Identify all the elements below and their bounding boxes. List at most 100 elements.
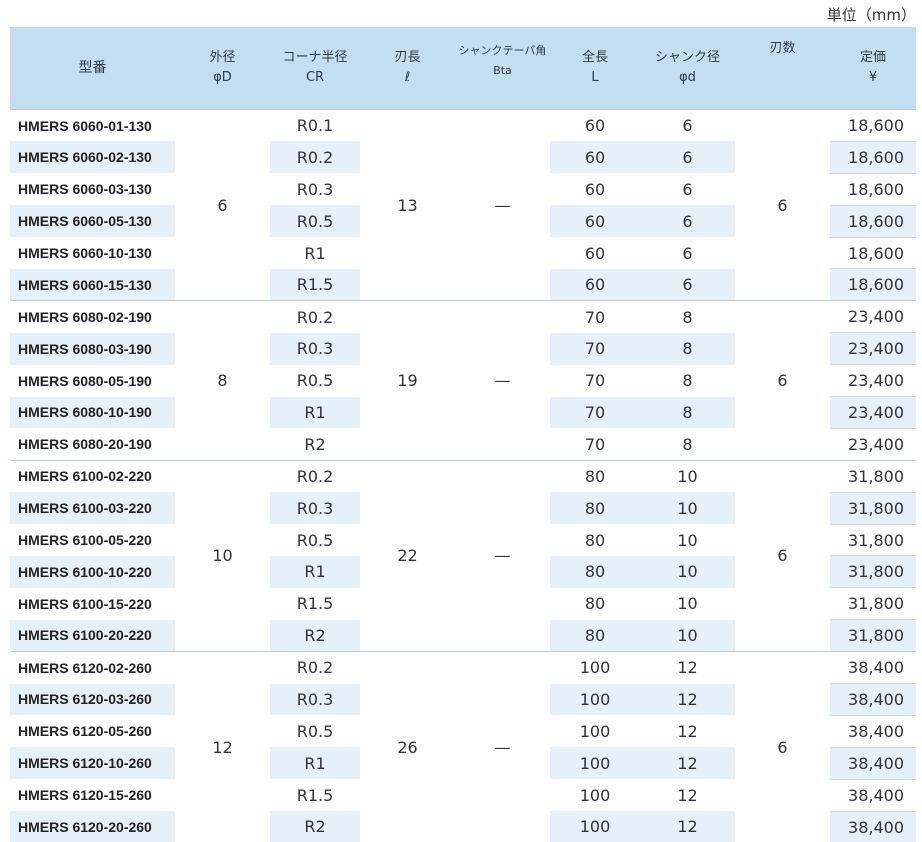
model-cell: HMERS 6060-10-130 <box>10 237 175 269</box>
price-cell: 23,400 <box>830 333 916 365</box>
price-cell: 31,800 <box>830 588 916 620</box>
model-cell: HMERS 6080-20-190 <box>10 428 175 460</box>
overall-length-cell: 100 <box>550 652 640 684</box>
shank-diameter-cell: 12 <box>640 747 735 779</box>
header-bta-symbol: Bta <box>493 64 512 77</box>
corner-radius-cell: R1 <box>270 397 360 429</box>
outer-diameter-cell: 6 <box>175 110 270 301</box>
overall-length-cell: 100 <box>550 684 640 716</box>
price-cell: 23,400 <box>830 365 916 397</box>
corner-radius-cell: R0.2 <box>270 301 360 333</box>
shank-diameter-cell: 6 <box>640 141 735 173</box>
shank-diameter-cell: 12 <box>640 715 735 747</box>
price-cell: 18,600 <box>830 237 916 269</box>
overall-length-cell: 70 <box>550 301 640 333</box>
header-len-symbol: ℓ <box>405 70 410 85</box>
table-body: HMERS 6060-01-1306R0.113—606618,600HMERS… <box>10 110 916 842</box>
shank-diameter-cell: 10 <box>640 620 735 652</box>
shank-diameter-cell: 6 <box>640 269 735 301</box>
price-cell: 38,400 <box>830 652 916 684</box>
header-L-jp: 全長 <box>582 50 608 65</box>
price-cell: 38,400 <box>830 715 916 747</box>
table-row: HMERS 6060-01-1306R0.113—606618,600 <box>10 110 916 142</box>
shank-diameter-cell: 8 <box>640 428 735 460</box>
shank-diameter-cell: 10 <box>640 588 735 620</box>
header-price-symbol: ¥ <box>869 70 877 85</box>
shank-diameter-cell: 12 <box>640 811 735 842</box>
model-cell: HMERS 6120-15-260 <box>10 779 175 811</box>
flutes-cell: 6 <box>735 301 830 460</box>
corner-radius-cell: R0.5 <box>270 524 360 556</box>
flutes-cell: 6 <box>735 652 830 842</box>
header-sd-symbol: φd <box>679 70 696 85</box>
corner-radius-cell: R2 <box>270 620 360 652</box>
table-row: HMERS 6100-02-22010R0.222—8010631,800 <box>10 460 916 492</box>
header-sd-jp: シャンク径 <box>655 50 720 65</box>
corner-radius-cell: R1 <box>270 747 360 779</box>
shank-taper-cell: — <box>455 110 550 301</box>
header-cr-jp: コーナ半径 <box>282 50 347 65</box>
overall-length-cell: 100 <box>550 811 640 842</box>
corner-radius-cell: R0.3 <box>270 492 360 524</box>
model-cell: HMERS 6080-02-190 <box>10 301 175 333</box>
price-cell: 18,600 <box>830 269 916 301</box>
header-dia-jp: 外径 <box>209 50 235 65</box>
overall-length-cell: 80 <box>550 524 640 556</box>
shank-taper-cell: — <box>455 652 550 842</box>
model-cell: HMERS 6100-20-220 <box>10 620 175 652</box>
overall-length-cell: 60 <box>550 173 640 205</box>
model-cell: HMERS 6080-05-190 <box>10 365 175 397</box>
header-shank-taper: シャンクテーパ角Bta <box>455 27 550 110</box>
model-cell: HMERS 6060-01-130 <box>10 110 175 142</box>
price-cell: 31,800 <box>830 620 916 652</box>
price-cell: 23,400 <box>830 428 916 460</box>
overall-length-cell: 70 <box>550 397 640 429</box>
corner-radius-cell: R1 <box>270 556 360 588</box>
shank-diameter-cell: 8 <box>640 301 735 333</box>
overall-length-cell: 80 <box>550 492 640 524</box>
shank-diameter-cell: 10 <box>640 492 735 524</box>
shank-diameter-cell: 10 <box>640 556 735 588</box>
corner-radius-cell: R2 <box>270 428 360 460</box>
corner-radius-cell: R1 <box>270 237 360 269</box>
model-cell: HMERS 6100-05-220 <box>10 524 175 556</box>
shank-diameter-cell: 12 <box>640 652 735 684</box>
header-dia-symbol: φD <box>213 70 232 85</box>
flutes-cell: 6 <box>735 110 830 301</box>
overall-length-cell: 80 <box>550 588 640 620</box>
price-cell: 38,400 <box>830 779 916 811</box>
price-cell: 18,600 <box>830 141 916 173</box>
model-cell: HMERS 6060-02-130 <box>10 141 175 173</box>
header-L-symbol: L <box>591 70 598 85</box>
overall-length-cell: 60 <box>550 141 640 173</box>
header-flutes-text: 刃数 <box>769 41 795 56</box>
model-cell: HMERS 6120-10-260 <box>10 747 175 779</box>
corner-radius-cell: R0.3 <box>270 684 360 716</box>
header-outer-diameter: 外径 φD <box>175 27 270 110</box>
price-cell: 38,400 <box>830 747 916 779</box>
model-cell: HMERS 6060-05-130 <box>10 205 175 237</box>
shank-diameter-cell: 8 <box>640 333 735 365</box>
header-cr-symbol: CR <box>306 70 324 85</box>
table-row: HMERS 6120-02-26012R0.226—10012638,400 <box>10 652 916 684</box>
header-model: 型番 <box>10 27 175 110</box>
product-table: 型番 外径 φD コーナ半径 CR 刃長 ℓ シャンクテーパ角Bta 全長 L シャンク… <box>10 27 916 842</box>
corner-radius-cell: R1.5 <box>270 269 360 301</box>
header-model-text: 型番 <box>79 60 107 76</box>
price-cell: 18,600 <box>830 110 916 142</box>
corner-radius-cell: R0.1 <box>270 110 360 142</box>
shank-diameter-cell: 12 <box>640 779 735 811</box>
price-cell: 18,600 <box>830 173 916 205</box>
outer-diameter-cell: 10 <box>175 460 270 651</box>
shank-diameter-cell: 6 <box>640 173 735 205</box>
overall-length-cell: 60 <box>550 269 640 301</box>
header-len-jp: 刃長 <box>394 50 420 65</box>
model-cell: HMERS 6100-03-220 <box>10 492 175 524</box>
corner-radius-cell: R0.2 <box>270 652 360 684</box>
overall-length-cell: 100 <box>550 779 640 811</box>
overall-length-cell: 60 <box>550 205 640 237</box>
overall-length-cell: 80 <box>550 460 640 492</box>
overall-length-cell: 60 <box>550 237 640 269</box>
overall-length-cell: 100 <box>550 747 640 779</box>
cutting-length-cell: 19 <box>360 301 455 460</box>
